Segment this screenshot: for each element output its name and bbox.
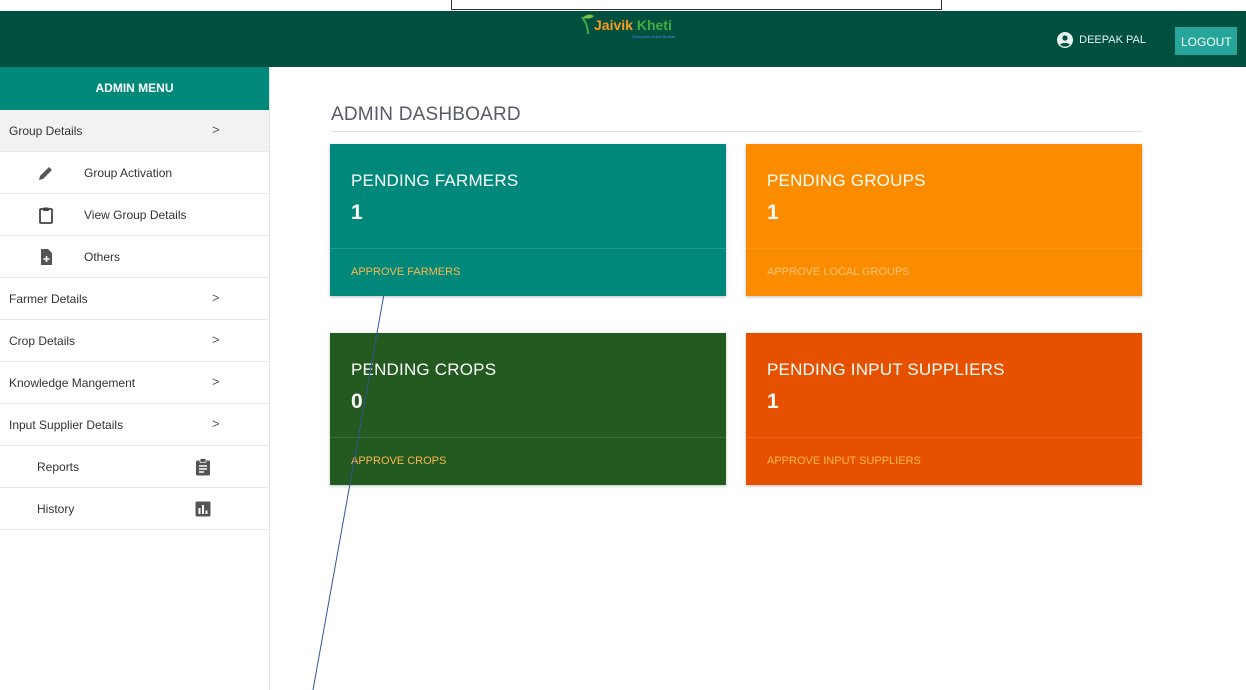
- sidebar-item-label: History: [37, 502, 75, 516]
- card-pending-input-suppliers: PENDING INPUT SUPPLIERS 1 APPROVE INPUT …: [746, 333, 1142, 485]
- sidebar-item-label: Reports: [37, 460, 80, 474]
- sidebar-item-label: Others: [84, 250, 121, 264]
- user-name: DEEPAK PAL: [1079, 34, 1146, 46]
- card-count: 1: [351, 201, 363, 224]
- card-divider: [330, 437, 726, 438]
- chevron-right-icon: >: [212, 290, 220, 305]
- sidebar-item-view-group-details[interactable]: View Group Details: [0, 194, 269, 236]
- card-divider: [746, 248, 1142, 249]
- brand-logo[interactable]: Jaivik Kheti Sampurna Krishi Bharati: [572, 11, 702, 55]
- sidebar-item-group-details[interactable]: Group Details >: [0, 110, 269, 152]
- card-count: 1: [767, 201, 779, 224]
- admin-menu-header: ADMIN MENU: [0, 67, 269, 110]
- card-pending-crops: PENDING CROPS 0 APPROVE CROPS: [330, 333, 726, 485]
- sidebar-item-input-supplier-details[interactable]: Input Supplier Details >: [0, 404, 269, 446]
- chevron-right-icon: >: [212, 374, 220, 389]
- logout-button[interactable]: LOGOUT: [1175, 27, 1237, 55]
- logo-accent-text: Kheti: [636, 17, 672, 33]
- card-count: 1: [767, 390, 779, 413]
- sidebar: ADMIN MENU Group Details > Group Activat…: [0, 67, 270, 690]
- sidebar-item-crop-details[interactable]: Crop Details >: [0, 320, 269, 362]
- title-divider: [331, 131, 1142, 132]
- bar-chart-icon: [195, 501, 211, 517]
- clipboard-icon: [39, 207, 53, 224]
- approve-local-groups-link[interactable]: APPROVE LOCAL GROUPS: [767, 266, 910, 278]
- chevron-right-icon: >: [212, 122, 220, 137]
- approve-input-suppliers-link[interactable]: APPROVE INPUT SUPPLIERS: [767, 455, 921, 467]
- card-title: PENDING INPUT SUPPLIERS: [767, 360, 1005, 379]
- file-plus-icon: [41, 249, 52, 265]
- card-divider: [330, 248, 726, 249]
- sidebar-item-knowledge-management[interactable]: Knowledge Mangement >: [0, 362, 269, 404]
- sidebar-item-label: Input Supplier Details: [9, 418, 124, 432]
- card-divider: [746, 437, 1142, 438]
- account-circle-icon: [1057, 32, 1074, 48]
- sidebar-item-label: Group Activation: [84, 166, 173, 180]
- sidebar-item-reports[interactable]: Reports: [0, 446, 269, 488]
- assignment-icon: [196, 458, 210, 476]
- sidebar-item-others[interactable]: Others: [0, 236, 269, 278]
- sidebar-item-label: Crop Details: [9, 334, 76, 348]
- sidebar-item-group-activation[interactable]: Group Activation: [0, 152, 269, 194]
- card-pending-groups: PENDING GROUPS 1 APPROVE LOCAL GROUPS: [746, 144, 1142, 296]
- chevron-right-icon: >: [212, 332, 220, 347]
- card-title: PENDING GROUPS: [767, 171, 926, 190]
- top-annotation-box: [451, 0, 942, 10]
- card-title: PENDING CROPS: [351, 360, 497, 379]
- logo-main-text: Jaivik: [594, 17, 633, 33]
- card-pending-farmers: PENDING FARMERS 1 APPROVE FARMERS: [330, 144, 726, 296]
- card-count: 0: [351, 390, 363, 413]
- chevron-right-icon: >: [212, 416, 220, 431]
- user-menu[interactable]: DEEPAK PAL: [1057, 32, 1146, 48]
- card-title: PENDING FARMERS: [351, 171, 519, 190]
- sidebar-item-label: Knowledge Mangement: [9, 376, 136, 390]
- logo-text: Jaivik Kheti: [594, 17, 672, 33]
- top-navbar: Jaivik Kheti Sampurna Krishi Bharati DEE…: [0, 11, 1246, 67]
- approve-crops-link[interactable]: APPROVE CROPS: [351, 455, 446, 467]
- page-title: ADMIN DASHBOARD: [331, 104, 521, 125]
- pencil-icon: [39, 167, 52, 180]
- approve-farmers-link[interactable]: APPROVE FARMERS: [351, 266, 460, 278]
- sidebar-item-label: Farmer Details: [9, 292, 88, 306]
- sidebar-item-farmer-details[interactable]: Farmer Details >: [0, 278, 269, 320]
- sidebar-item-label: View Group Details: [84, 208, 187, 222]
- sidebar-item-history[interactable]: History: [0, 488, 269, 530]
- sidebar-item-label: Group Details: [9, 124, 83, 138]
- logo-tagline: Sampurna Krishi Bharati: [632, 34, 676, 39]
